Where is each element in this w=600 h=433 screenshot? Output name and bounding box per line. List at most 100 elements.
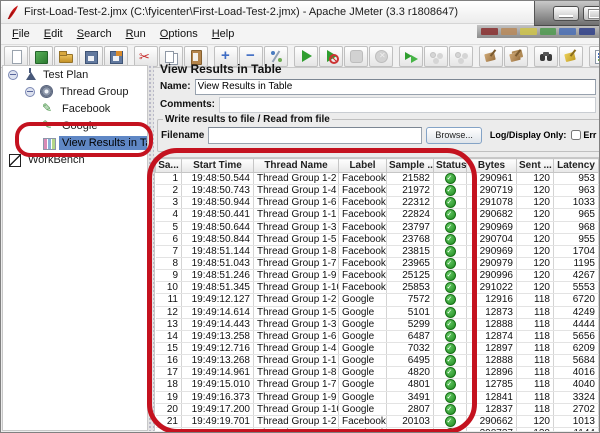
tree-expander-icon[interactable] (8, 70, 18, 80)
status-cell (433, 391, 467, 404)
table-row[interactable]: 12 19:49:14.614 Thread Group 1-5 Google 5101… (155, 306, 599, 319)
column-header-sample-[interactable]: Sample ... (386, 158, 434, 173)
table-row[interactable]: 2219:49:19.743Thread Group 1-3Facebook22… (155, 427, 599, 431)
function-helper-icon (593, 49, 599, 64)
toolbar-save-button[interactable] (79, 45, 103, 67)
table-row[interactable]: 13 19:49:14.443 Thread Group 1-3 Google 5299… (155, 318, 599, 331)
color-swatch (539, 28, 556, 35)
jmeter-window: First-Load-Test-2.jmx (C:\fyicenter\Firs… (0, 0, 600, 433)
menu-search[interactable]: Search (70, 26, 119, 42)
toolbar-remote-start-button[interactable] (399, 45, 423, 67)
status-success-icon (444, 197, 456, 208)
tree-item-label: Thread Group (60, 86, 129, 98)
table-row[interactable]: 6 19:48:50.844 Thread Group 1-5 Facebook 237… (155, 233, 599, 246)
toolbar-new-button[interactable] (4, 45, 28, 67)
tree-item-view-results-in-table[interactable]: View Results in Table (3, 135, 147, 151)
maximize-button[interactable] (583, 5, 599, 21)
status-success-icon (444, 173, 456, 184)
column-header-bytes[interactable]: Bytes (466, 158, 517, 173)
errors-label: Err (583, 130, 597, 140)
column-header-sent-[interactable]: Sent ... (516, 158, 554, 173)
tree-item-facebook[interactable]: Facebook (3, 101, 147, 117)
remote-stop-icon (453, 49, 469, 64)
name-input[interactable] (194, 78, 596, 95)
errors-checkbox[interactable] (571, 130, 582, 140)
browse-button[interactable]: Browse... (426, 126, 482, 144)
title-bar: First-Load-Test-2.jmx (C:\fyicenter\Firs… (1, 1, 599, 24)
menu-file[interactable]: File (5, 26, 37, 42)
table-row[interactable]: 11 19:49:12.127 Thread Group 1-2 Google 7572… (155, 293, 599, 307)
status-success-icon (444, 379, 456, 391)
status-success-icon (444, 427, 456, 431)
status-cell (433, 342, 467, 356)
toolbar-open-button[interactable] (54, 45, 78, 67)
tree-expander-icon[interactable] (25, 87, 35, 97)
table-row[interactable]: 17 19:49:14.961 Thread Group 1-8 Google 4820… (155, 366, 599, 380)
http-request-icon (42, 118, 56, 133)
column-header-status[interactable]: Status (433, 158, 467, 173)
background-window-palette (477, 25, 599, 38)
toolbar-clear-button[interactable] (479, 45, 503, 67)
table-row[interactable]: 18 19:49:15.010 Thread Group 1-7 Google 4801… (155, 378, 599, 392)
table-row[interactable]: 10 19:48:51.345 Thread Group 1-10 Facebook 2… (155, 281, 599, 295)
color-swatch (481, 28, 498, 35)
table-row[interactable]: 2 19:48:50.743 Thread Group 1-4 Facebook 219… (155, 184, 599, 198)
menu-help[interactable]: Help (205, 26, 242, 42)
tree-item-workbench[interactable]: WorkBench (3, 152, 147, 168)
status-cell (433, 208, 467, 222)
status-success-icon (444, 391, 456, 403)
tree-item-label: View Results in Table (59, 136, 147, 150)
status-success-icon (444, 209, 456, 221)
table-row[interactable]: 5 19:48:50.644 Thread Group 1-3 Facebook 237… (155, 221, 599, 234)
table-row[interactable]: 19 19:49:16.373 Thread Group 1-9 Google 3491… (155, 391, 599, 404)
table-row[interactable]: 15 19:49:12.716 Thread Group 1-4 Google 7032… (155, 342, 599, 356)
minimize-button[interactable] (553, 5, 579, 21)
remote-start-all-icon (428, 49, 444, 64)
page-title: View Results in Table (160, 62, 282, 76)
table-row[interactable]: 16 19:49:13.268 Thread Group 1-1 Google 6495… (155, 354, 599, 368)
menu-run[interactable]: Run (119, 26, 153, 42)
templates-icon (33, 49, 49, 64)
toolbar-start-no-timers-button[interactable] (319, 45, 343, 67)
column-header-start-time[interactable]: Start Time (181, 158, 254, 173)
column-header-latency[interactable]: Latency (553, 158, 599, 173)
tree-item-test-plan[interactable]: Test Plan (3, 67, 147, 83)
log-display-only-label: Log/Display Only: (489, 130, 567, 140)
status-success-icon (444, 185, 456, 196)
table-row[interactable]: 20 19:49:17.200 Thread Group 1-10 Google 280… (155, 403, 599, 416)
column-header-label[interactable]: Label (338, 158, 387, 173)
column-header-sa-[interactable]: Sa... (155, 158, 182, 173)
table-row[interactable]: 7 19:48:51.144 Thread Group 1-8 Facebook 238… (155, 245, 599, 258)
toolbar-clear-all-button[interactable] (504, 45, 528, 67)
table-row[interactable]: 9 19:48:51.246 Thread Group 1-9 Facebook 251… (155, 269, 599, 283)
toolbar-function-helper-button[interactable] (589, 45, 599, 67)
column-header-thread-name[interactable]: Thread Name (253, 158, 339, 173)
test-plan-tree: Test Plan Thread Group Facebook Google View … (2, 65, 148, 431)
cut-icon (138, 49, 154, 65)
table-row[interactable]: 3 19:48:50.944 Thread Group 1-6 Facebook 223… (155, 196, 599, 210)
table-row[interactable]: 1 19:48:50.544 Thread Group 1-2 Facebook 215… (155, 172, 599, 186)
status-cell (433, 366, 467, 380)
write-results-legend: Write results to file / Read from file (165, 114, 330, 125)
table-row[interactable]: 21 19:49:19.701 Thread Group 1-2 Facebook 20… (155, 415, 599, 428)
status-success-icon (444, 245, 456, 257)
background-window-chrome (534, 1, 599, 26)
status-cell (433, 281, 467, 295)
toolbar-search-reset-button[interactable] (559, 45, 583, 67)
status-cell (433, 172, 467, 186)
tree-item-thread-group[interactable]: Thread Group (3, 84, 147, 100)
toolbar-search-button[interactable] (534, 45, 558, 67)
toolbar-start-button[interactable] (294, 45, 318, 67)
toolbar-cut-button[interactable] (134, 45, 158, 67)
menu-options[interactable]: Options (153, 26, 205, 42)
filename-input[interactable] (208, 126, 423, 144)
table-row[interactable]: 14 19:49:13.258 Thread Group 1-6 Google 6487… (155, 330, 599, 343)
filename-label: Filename (161, 129, 205, 141)
comments-input[interactable] (219, 96, 596, 113)
menu-edit[interactable]: Edit (37, 26, 70, 42)
tree-item-google[interactable]: Google (3, 118, 147, 134)
table-row[interactable]: 4 19:48:50.441 Thread Group 1-1 Facebook 228… (155, 208, 599, 222)
table-row[interactable]: 8 19:48:51.043 Thread Group 1-7 Facebook 239… (155, 257, 599, 271)
toolbar-templates-button[interactable] (29, 45, 53, 67)
toolbar-save-as-button[interactable] (104, 45, 128, 67)
